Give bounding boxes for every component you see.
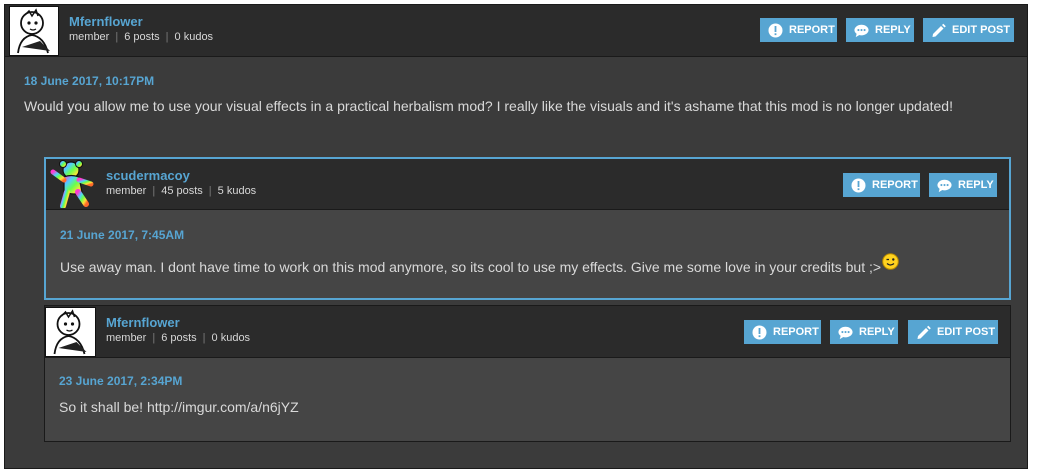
kudos-count: 5 kudos bbox=[217, 185, 257, 197]
reply-header: scudermacoy member | 45 posts | 5 kudos REPO… bbox=[46, 159, 1009, 210]
post-body: So it shall be! http://imgur.com/a/n6jYZ bbox=[59, 399, 299, 415]
reply-label: REPLY bbox=[859, 326, 895, 338]
report-icon bbox=[752, 325, 767, 340]
avatar-sketch bbox=[46, 308, 95, 356]
post-date: 18 June 2017, 10:17PM bbox=[24, 74, 155, 88]
edit-label: EDIT POST bbox=[952, 24, 1011, 36]
reply-icon bbox=[937, 178, 952, 193]
imgur-link[interactable]: http://imgur.com/a/n6jYZ bbox=[147, 399, 299, 415]
report-icon bbox=[768, 23, 783, 38]
user-role: member bbox=[106, 185, 147, 197]
avatar-scudermacoy[interactable] bbox=[49, 160, 98, 208]
user-meta: member | 6 posts | 0 kudos bbox=[106, 332, 251, 344]
post-count: 45 posts bbox=[161, 185, 203, 197]
reply-label: REPLY bbox=[958, 179, 994, 191]
wink-emoji-icon bbox=[882, 253, 899, 273]
edit-post-button[interactable]: EDIT POST bbox=[908, 320, 998, 344]
edit-label: EDIT POST bbox=[937, 326, 996, 338]
user-meta: member | 6 posts | 0 kudos bbox=[69, 31, 214, 43]
user-role: member bbox=[106, 332, 147, 344]
post-body: Use away man. I dont have time to work o… bbox=[60, 253, 899, 277]
comment-thread: Mfernflower member | 6 posts | 0 kudos REPOR… bbox=[4, 4, 1028, 469]
username[interactable]: scudermacoy bbox=[106, 168, 190, 183]
report-label: REPORT bbox=[773, 326, 819, 338]
post-count: 6 posts bbox=[161, 332, 197, 344]
post-date: 23 June 2017, 2:34PM bbox=[59, 374, 183, 388]
username[interactable]: Mfernflower bbox=[106, 315, 180, 330]
kudos-count: 0 kudos bbox=[174, 31, 214, 43]
reply-icon bbox=[854, 23, 869, 38]
reply-post: scudermacoy member | 45 posts | 5 kudos REPO… bbox=[44, 157, 1011, 300]
report-label: REPORT bbox=[789, 24, 835, 36]
edit-icon bbox=[931, 23, 946, 38]
post-date: 21 June 2017, 7:45AM bbox=[60, 228, 185, 242]
report-button[interactable]: REPORT bbox=[744, 320, 821, 344]
kudos-count: 0 kudos bbox=[211, 332, 251, 344]
report-icon bbox=[851, 178, 866, 193]
post-body: Would you allow me to use your visual ef… bbox=[24, 98, 953, 114]
avatar-mfernflower[interactable] bbox=[9, 6, 59, 56]
user-meta: member | 45 posts | 5 kudos bbox=[106, 185, 257, 197]
reply-header: Mfernflower member | 6 posts | 0 kudos REPOR… bbox=[45, 306, 1010, 358]
report-button[interactable]: REPORT bbox=[843, 173, 920, 197]
post-body-text: So it shall be! bbox=[59, 399, 147, 415]
reply-button[interactable]: REPLY bbox=[846, 18, 914, 42]
report-button[interactable]: REPORT bbox=[760, 18, 837, 42]
edit-post-button[interactable]: EDIT POST bbox=[923, 18, 1014, 42]
reply-post: Mfernflower member | 6 posts | 0 kudos REPOR… bbox=[44, 305, 1011, 442]
reply-button[interactable]: REPLY bbox=[830, 320, 898, 344]
avatar-dancing-bear bbox=[50, 160, 94, 208]
user-role: member bbox=[69, 31, 110, 43]
avatar-sketch bbox=[10, 7, 58, 55]
reply-icon bbox=[838, 325, 853, 340]
avatar-mfernflower[interactable] bbox=[45, 307, 96, 357]
post-body-text: Use away man. I dont have time to work o… bbox=[60, 259, 882, 275]
report-label: REPORT bbox=[872, 179, 918, 191]
main-post-header: Mfernflower member | 6 posts | 0 kudos REPOR… bbox=[5, 5, 1027, 57]
reply-button[interactable]: REPLY bbox=[929, 173, 997, 197]
edit-icon bbox=[916, 325, 931, 340]
username[interactable]: Mfernflower bbox=[69, 14, 143, 29]
post-count: 6 posts bbox=[124, 31, 160, 43]
reply-label: REPLY bbox=[875, 24, 911, 36]
